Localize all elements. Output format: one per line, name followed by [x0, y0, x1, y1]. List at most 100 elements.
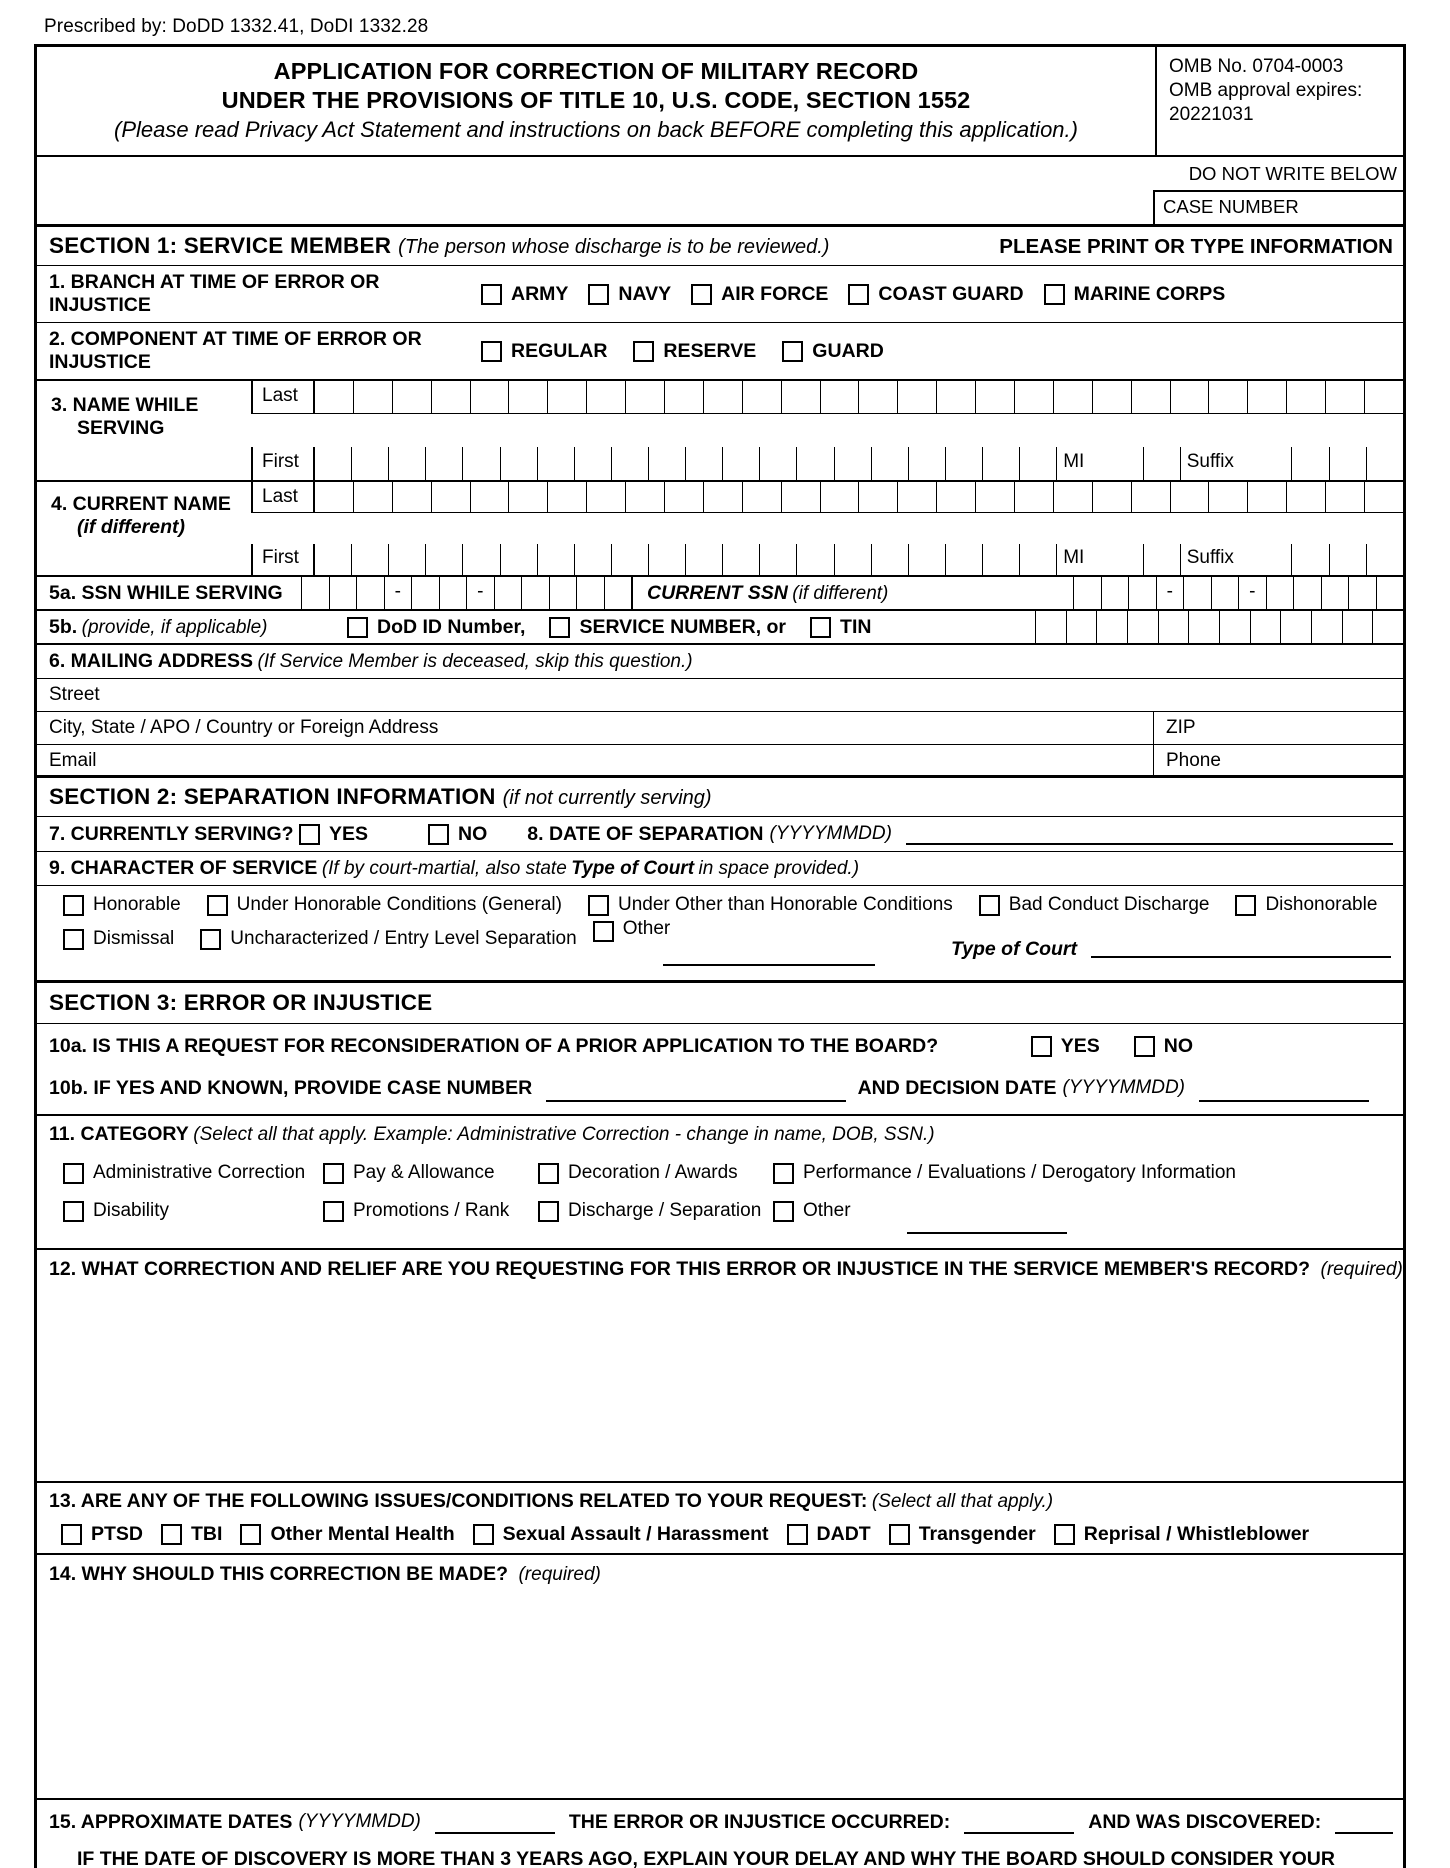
name-cell[interactable] [626, 482, 666, 512]
name-cell-suffix[interactable] [1292, 447, 1330, 480]
name-cell-mi[interactable] [1144, 447, 1181, 480]
name-cell[interactable] [538, 544, 575, 575]
checkbox-other-category[interactable] [773, 1200, 794, 1222]
name-cell-suffix[interactable] [1292, 544, 1330, 575]
name-cell[interactable] [587, 482, 627, 512]
q10a-option-yes[interactable]: YES [1030, 1035, 1100, 1058]
q1-option-navy[interactable]: NAVY [588, 283, 671, 306]
checkbox-other-mental-health[interactable] [240, 1524, 262, 1545]
name-cell[interactable] [393, 482, 432, 512]
checkbox-honorable[interactable] [63, 894, 84, 916]
name-cell[interactable] [1171, 381, 1210, 413]
name-cell-mi[interactable] [1144, 544, 1181, 575]
name-cell[interactable] [704, 381, 743, 413]
checkbox-transgender[interactable] [888, 1524, 910, 1545]
checkbox-dismissal[interactable] [63, 928, 84, 950]
checkbox-army[interactable] [481, 283, 502, 305]
name-cell[interactable] [626, 381, 666, 413]
ssn-cell[interactable] [1294, 577, 1322, 609]
q15-discovered-input[interactable] [1335, 1810, 1393, 1834]
checkbox-pay-and-allowance[interactable] [323, 1162, 344, 1184]
name-cell[interactable] [649, 544, 687, 575]
name-cell[interactable] [1248, 381, 1288, 413]
q9-type-of-court-input[interactable] [1091, 924, 1391, 958]
q9-option-under-honorable-general[interactable]: Under Honorable Conditions (General) [206, 894, 562, 916]
q5b-option-service-number[interactable]: SERVICE NUMBER, or [549, 616, 786, 639]
checkbox-reconsideration-yes[interactable] [1030, 1036, 1052, 1057]
name-cell[interactable] [315, 381, 354, 413]
name-cell[interactable] [354, 381, 393, 413]
name-cell[interactable] [354, 482, 393, 512]
name-cell[interactable] [898, 482, 938, 512]
name-cell[interactable] [501, 447, 538, 480]
name-cell[interactable] [1020, 544, 1058, 575]
checkbox-other-character-of-service[interactable] [592, 921, 614, 942]
name-cell[interactable] [509, 482, 549, 512]
ssn-cell[interactable] [1074, 577, 1102, 609]
q9-option-dishonorable[interactable]: Dishonorable [1235, 894, 1377, 916]
name-cell[interactable] [1054, 381, 1093, 413]
q3-last-name-grid[interactable] [313, 381, 1403, 414]
name-cell[interactable] [315, 544, 353, 575]
q3-first-name-grid[interactable]: MI Suffix [313, 447, 1403, 480]
name-cell[interactable] [432, 482, 471, 512]
name-cell[interactable] [426, 544, 464, 575]
checkbox-tin[interactable] [810, 616, 832, 638]
ssn-cell[interactable] [1102, 577, 1129, 609]
name-cell[interactable] [1171, 482, 1210, 512]
name-cell[interactable] [686, 447, 724, 480]
name-cell[interactable] [315, 482, 354, 512]
q9-option-bad-conduct-discharge[interactable]: Bad Conduct Discharge [978, 894, 1209, 916]
ssn-cell[interactable] [1322, 577, 1349, 609]
name-cell[interactable] [821, 381, 860, 413]
name-cell[interactable] [432, 381, 471, 413]
checkbox-ptsd[interactable] [61, 1524, 82, 1545]
q15-dates-input[interactable] [434, 1810, 555, 1834]
q4-last-name-grid[interactable] [313, 482, 1403, 513]
name-cell[interactable] [946, 544, 983, 575]
name-cell[interactable] [649, 447, 687, 480]
q9-option-under-other-than-honorable[interactable]: Under Other than Honorable Conditions [587, 894, 953, 916]
name-cell[interactable] [548, 381, 588, 413]
name-cell[interactable] [501, 544, 538, 575]
id-cell[interactable] [1281, 610, 1313, 644]
checkbox-reserve[interactable] [633, 340, 655, 362]
name-cell[interactable] [1365, 381, 1403, 413]
checkbox-performance-evaluations-derogatory[interactable] [773, 1162, 794, 1184]
checkbox-uncharacterized-entry-level-separation[interactable] [200, 928, 222, 950]
q11-option-disability[interactable]: Disability [63, 1200, 323, 1222]
checkbox-currently-serving-yes[interactable] [299, 823, 320, 845]
checkbox-promotions-rank[interactable] [323, 1200, 344, 1222]
name-cell[interactable] [723, 447, 761, 480]
name-cell[interactable] [946, 447, 983, 480]
name-cell[interactable] [723, 544, 761, 575]
name-cell[interactable] [463, 447, 501, 480]
name-cell[interactable] [426, 447, 464, 480]
q9-other-input[interactable] [662, 944, 875, 966]
q9-option-other[interactable]: Other [592, 918, 875, 966]
id-cell[interactable] [1159, 610, 1190, 644]
checkbox-guard[interactable] [782, 340, 804, 362]
name-cell[interactable] [612, 447, 649, 480]
q2-option-guard[interactable]: GUARD [782, 340, 884, 363]
name-cell-suffix[interactable] [1330, 447, 1367, 480]
id-cell[interactable] [1373, 610, 1403, 644]
q11-option-administrative-correction[interactable]: Administrative Correction [63, 1162, 323, 1184]
name-cell[interactable] [1248, 482, 1288, 512]
id-cell[interactable] [1343, 610, 1374, 644]
name-cell[interactable] [782, 482, 821, 512]
id-cell[interactable] [1312, 610, 1343, 644]
q13-option-ptsd[interactable]: PTSD [61, 1523, 143, 1546]
q10b-decision-date-input[interactable] [1199, 1074, 1369, 1102]
name-cell[interactable] [1054, 482, 1093, 512]
name-cell[interactable] [665, 482, 704, 512]
name-cell[interactable] [389, 447, 427, 480]
q2-option-reserve[interactable]: RESERVE [633, 340, 756, 363]
q5b-option-tin[interactable]: TIN [810, 616, 871, 639]
name-cell[interactable] [760, 544, 798, 575]
name-cell[interactable] [315, 447, 353, 480]
q5a-ssn-grid[interactable]: - - [301, 577, 631, 609]
checkbox-marine-corps[interactable] [1043, 283, 1065, 305]
q6-email-field[interactable]: Email [37, 745, 1153, 775]
name-cell[interactable] [1093, 381, 1132, 413]
